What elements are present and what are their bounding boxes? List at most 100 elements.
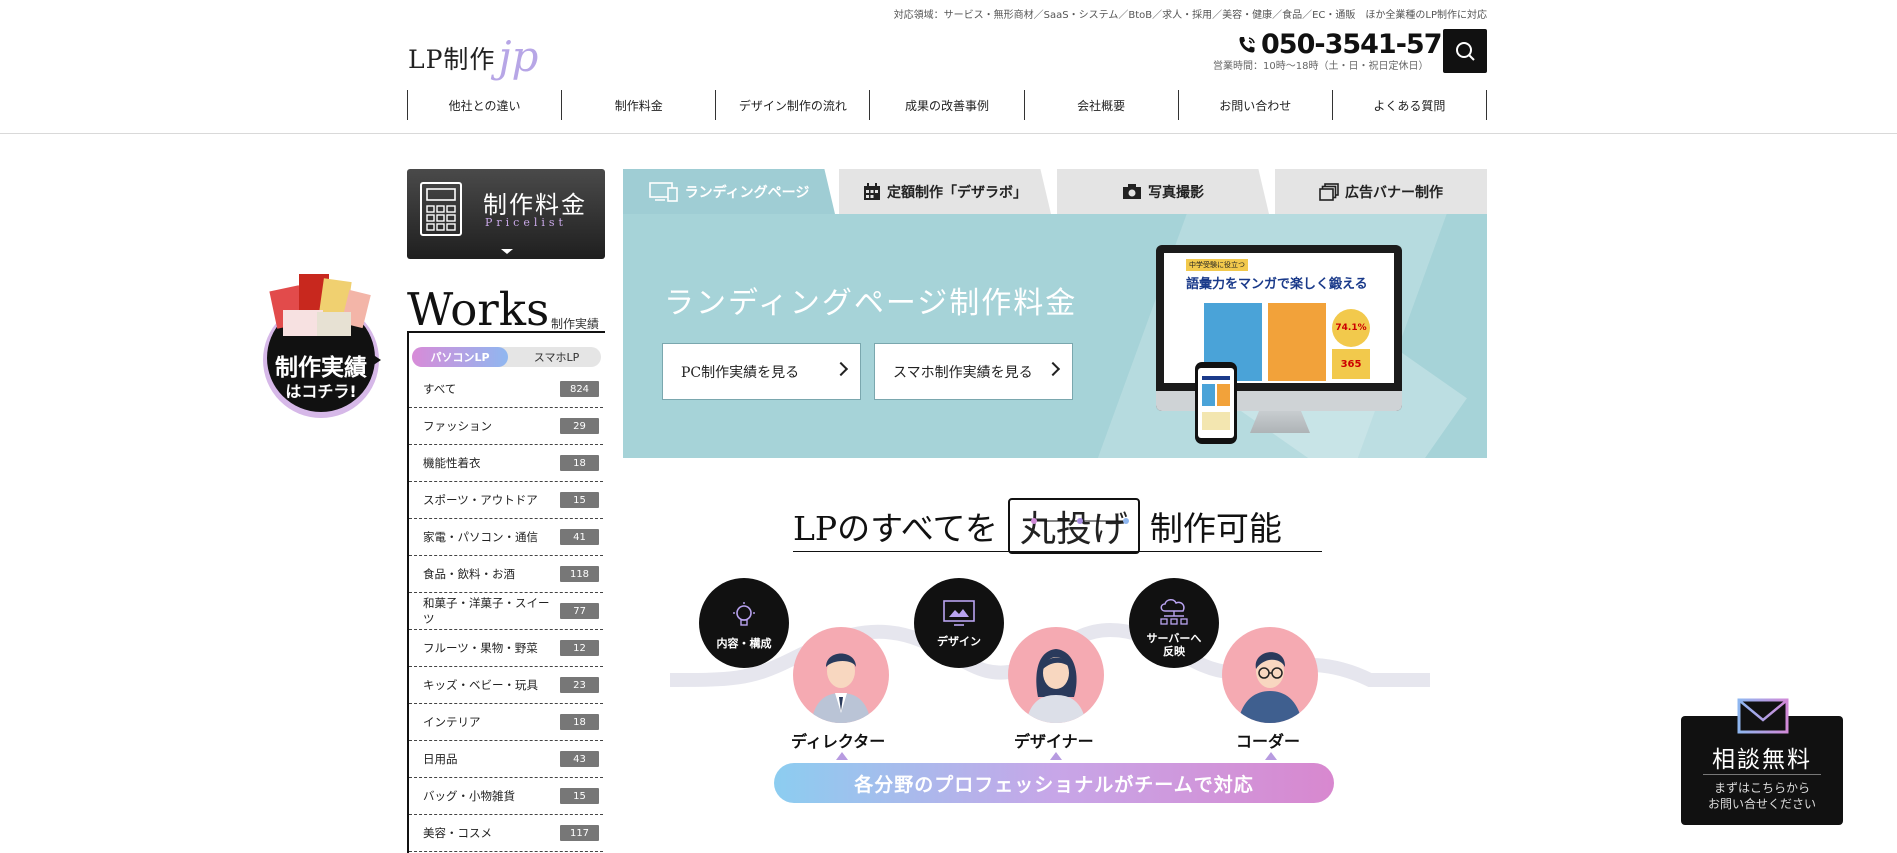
phone-hours: 営業時間：10時〜18時（土・日・祝日定休日） [1213,61,1429,72]
category-item-functional-wear[interactable]: 機能性着衣 18 [409,445,603,482]
phone-number[interactable]: 050-3541-5719 [1237,29,1478,60]
works-badge-link[interactable]: 制作実績 はコチラ! [259,270,393,422]
devices-icon [648,181,679,202]
category-label: 食品・飲料・お酒 [423,567,515,581]
role-director: ディレクター [791,732,886,751]
category-item-daily-goods[interactable]: 日用品 43 [409,741,603,778]
consult-line1: まずはこちらから [1713,781,1810,795]
category-label: すべて [423,382,457,396]
category-label: スポーツ・アウトドア [423,493,538,507]
envelope-icon [1737,698,1789,738]
category-item-fashion[interactable]: ファッション 29 [409,408,603,445]
pricelist-box[interactable]: 制作料金 Pricelist [407,169,605,259]
dots-decor [1030,494,1130,535]
logo-text: LP制作 [408,45,496,74]
tab-label: 写真撮影 [1148,184,1204,201]
phone-screen [1198,368,1234,438]
nav-item-pricing[interactable]: 制作料金 [561,90,715,120]
category-count: 43 [560,751,599,767]
search-icon [1454,40,1476,62]
category-item-fruits[interactable]: フルーツ・果物・野菜 12 [409,630,603,667]
phone-mockup [1195,362,1237,444]
phone-icon [1237,35,1257,55]
pricelist-subtitle: Pricelist [485,216,567,229]
category-item-electronics[interactable]: 家電・パソコン・通信 41 [409,519,603,556]
works-badge-line2: はコチラ! [285,382,357,401]
category-count: 18 [560,455,599,471]
pricelist-title: 制作料金 [483,191,587,219]
nav-item-design-flow[interactable]: デザイン制作の流れ [715,90,869,120]
category-item-interior[interactable]: インテリア 18 [409,704,603,741]
role-pointer [1265,752,1277,760]
role-pointer [836,752,848,760]
category-item-food[interactable]: 食品・飲料・お酒 118 [409,556,603,593]
logo-accent: jp [498,32,539,81]
avatar-director [793,627,889,723]
lightbulb-icon [729,600,759,633]
category-item-kids[interactable]: キッズ・ベビー・玩具 23 [409,667,603,704]
category-item-beauty[interactable]: 美容・コスメ 117 [409,815,603,852]
avatar-designer [1008,627,1104,723]
category-label: 家電・パソコン・通信 [423,530,538,544]
nav-item-case-studies[interactable]: 成果の改善事例 [869,90,1023,120]
nav-item-contact[interactable]: お問い合わせ [1177,90,1332,120]
consult-divider [1703,774,1821,775]
bubble-design: デザイン [914,578,1004,668]
tab-landing-page[interactable]: ランディングページ [623,169,835,214]
category-label: インテリア [423,715,481,729]
category-count: 12 [560,640,599,656]
monitor-stand [1250,411,1310,433]
sp-works-button[interactable]: スマホ制作実績を見る [874,343,1073,400]
screen-badge-2: 365 [1332,349,1370,379]
consult-title: 相談無料 [1712,747,1812,773]
monitor-mockup: 中学受験に役立つ 語彙力をマンガで楽しく鍛える 74.1% 365 [1156,245,1402,411]
category-label: バッグ・小物雑貨 [423,789,515,803]
lp-headline-underline [793,551,1322,552]
category-count: 23 [560,677,599,693]
category-count: 15 [560,492,599,508]
site-logo[interactable]: LP制作 jp [408,24,539,81]
pc-works-button[interactable]: PC制作実績を見る [662,343,861,400]
consult-line2: お問い合せください [1707,797,1816,811]
search-button[interactable] [1443,29,1487,73]
bubble-label: デザイン [937,635,981,648]
role-pointer [1050,752,1062,760]
tab-photography[interactable]: 写真撮影 [1057,169,1269,214]
tab-ad-banner[interactable]: 広告バナー制作 [1275,169,1487,214]
tab-label: ランディングページ [684,184,810,201]
screen-tag: 中学受験に役立つ [1186,259,1248,271]
category-label: 美容・コスメ [423,826,492,840]
category-count: 18 [560,714,599,730]
consult-text: まずはこちらから お問い合せください [1681,780,1843,812]
site-header: 対応領域：サービス・無形商材／SaaS・システム／BtoB／求人・採用／美容・健… [0,0,1897,134]
category-label: キッズ・ベビー・玩具 [423,678,538,692]
device-toggle: パソコンLP スマホLP [412,347,601,367]
lp-headline: LPのすべてを 丸投げ 制作可能 [793,498,1282,554]
category-count: 117 [560,825,599,841]
category-count: 41 [560,529,599,545]
nav-item-faq[interactable]: よくある質問 [1331,90,1487,120]
category-label: 和菓子・洋菓子・スイーツ [423,596,550,626]
chevron-down-icon [501,249,513,254]
category-count: 118 [560,566,599,582]
calculator-icon [419,181,463,241]
calendar-icon [863,182,881,201]
category-count: 29 [560,418,599,434]
free-consult-button[interactable]: 相談無料 まずはこちらから お問い合せください [1681,698,1843,825]
category-item-bags[interactable]: バッグ・小物雑貨 15 [409,778,603,815]
screen-book-2 [1268,303,1326,381]
monitor-chin [1156,391,1402,411]
category-label: 機能性着衣 [423,456,481,470]
category-label: 日用品 [423,752,458,766]
service-tabs: ランディングページ 定額制作「デザラボ」 写真撮影 広告バナー制作 [623,169,1487,214]
screen-badge: 74.1% [1332,309,1370,347]
nav-item-difference[interactable]: 他社との違い [407,90,561,120]
toggle-pc-lp[interactable]: パソコンLP [412,347,508,367]
tab-design-lab[interactable]: 定額制作「デザラボ」 [839,169,1051,214]
category-item-all[interactable]: すべて 824 [409,371,603,408]
category-item-sports[interactable]: スポーツ・アウトドア 15 [409,482,603,519]
category-item-sweets[interactable]: 和菓子・洋菓子・スイーツ 77 [409,593,603,630]
nav-item-company[interactable]: 会社概要 [1023,90,1178,120]
tab-label: 広告バナー制作 [1345,184,1443,201]
toggle-sp-lp[interactable]: スマホLP [512,347,601,367]
